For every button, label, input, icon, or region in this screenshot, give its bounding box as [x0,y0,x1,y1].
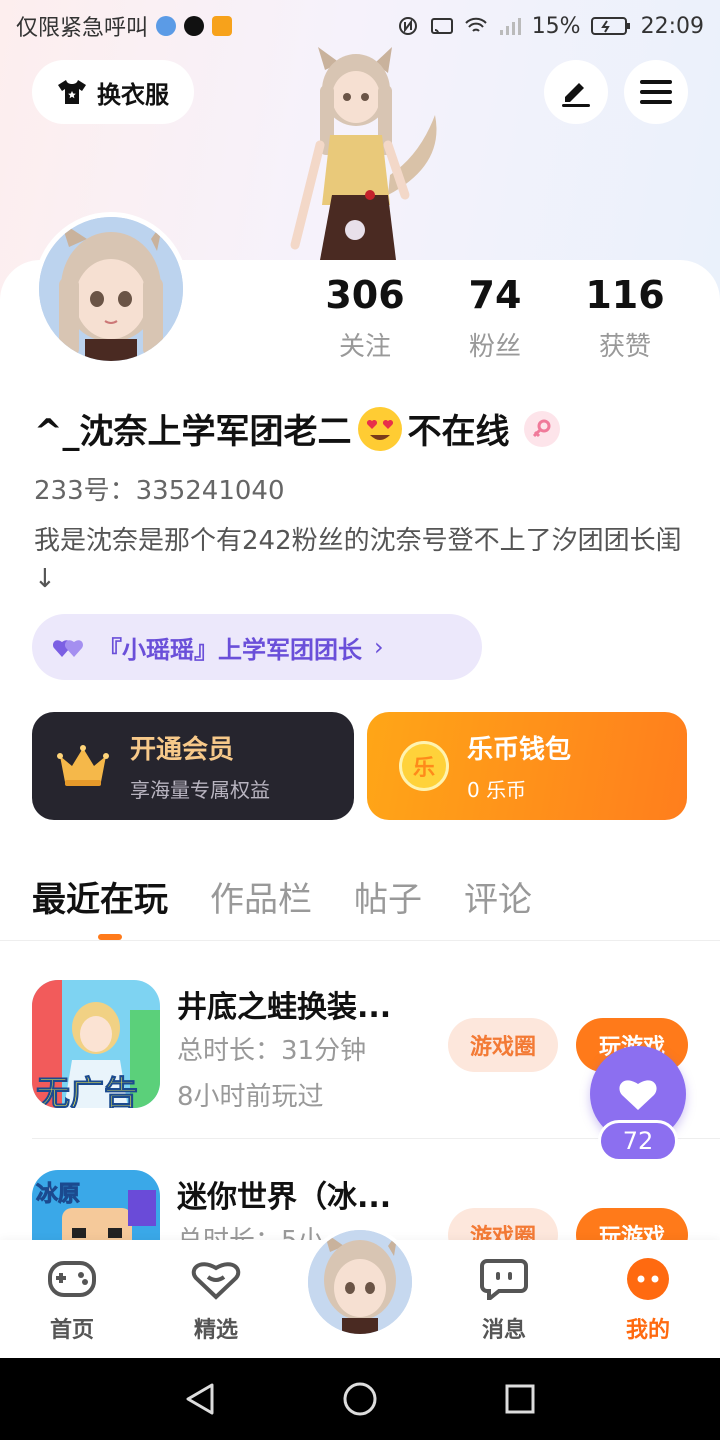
nav-profile-label: 我的 [625,1318,670,1343]
battery-percent: 15% [531,13,581,39]
followers-count: 74 [468,273,522,317]
menu-button[interactable] [624,60,688,124]
stat-followers[interactable]: 74 粉丝 [430,272,560,363]
following-count: 306 [325,273,405,317]
like-count-badge: 72 [598,1120,678,1162]
game-last-played: 8小时前玩过 [177,1082,324,1112]
wallet-title: 乐币钱包 [467,735,572,765]
avatar-portrait [39,217,183,361]
profile-tabs: 最近在玩 作品栏 帖子 评论 [32,872,532,921]
heart-icon [619,1080,657,1110]
heart-chat-icon [191,1262,241,1300]
game-circle-button[interactable]: 游戏圈 [448,1018,558,1072]
game-icon[interactable]: 冰原 [32,1170,160,1240]
coin-icon: 乐 [399,741,449,791]
wifi-icon [464,17,487,32]
gamepad-icon [48,1261,96,1297]
cast-icon [430,18,453,34]
signal-icon [499,18,521,35]
username-text-suffix: 不在线 [407,412,510,452]
heart-eyes-emoji-icon [357,406,402,451]
back-icon[interactable] [184,1382,216,1416]
carrier-text: 仅限紧急呼叫 [16,16,149,41]
game-duration: 总时长：31分钟 [177,1036,367,1066]
user-bio: 我是沈奈是那个有242粉丝的沈奈号登不上了汐团团长闺↓ [34,526,682,594]
game-duration: 总时长：5小 [177,1220,324,1240]
battery-icon [590,17,630,35]
game-icon-label: 无广告 [36,1074,139,1109]
vip-title: 开通会员 [130,735,235,765]
user-id: 233号：335241040 [34,476,285,506]
browser-app-icon [156,16,177,36]
game-title: 迷你世界（冰... [177,1180,392,1215]
nav-home[interactable]: 首页 [22,1258,122,1344]
coin-icon-glyph: 乐 [412,756,435,781]
game-icon-label: 冰原 [35,1182,81,1208]
edit-profile-button[interactable] [544,60,608,124]
stat-following[interactable]: 306 关注 [300,272,430,363]
system-navigation-bar [0,1358,720,1440]
nav-profile[interactable]: 我的 [598,1258,698,1344]
change-outfit-button[interactable]: 换衣服 [32,60,194,124]
stat-likes[interactable]: 116 获赞 [560,272,690,363]
center-avatar-button[interactable] [304,1226,416,1338]
likes-label: 获赞 [598,332,651,362]
wallet-card[interactable]: 乐 乐币钱包 0 乐币 [367,712,687,820]
vip-subtitle: 享海量专属权益 [130,778,270,802]
following-label: 关注 [338,332,391,362]
nav-messages-label: 消息 [481,1318,526,1343]
wallet-balance: 0 乐币 [467,778,527,802]
game-icon[interactable]: 无广告 [32,980,160,1108]
tabs-divider [0,940,720,941]
username-text-prefix: ^_沈奈上学军团老二 [34,412,352,452]
character-avatar-illustration [290,47,437,260]
clock: 22:09 [640,13,704,39]
user-avatar[interactable] [34,212,188,366]
game-circle-button[interactable]: 游戏圈 [448,1208,558,1240]
crown-icon [57,745,109,786]
hamburger-menu-icon [640,80,672,104]
tshirt-icon [58,80,86,104]
recent-apps-icon[interactable] [504,1383,536,1415]
tab-recently-played[interactable]: 最近在玩 [32,872,168,921]
profile-stats: 306 关注 74 粉丝 116 获赞 [300,272,690,363]
message-icon [480,1259,528,1304]
nav-messages[interactable]: 消息 [454,1258,554,1344]
avatar-portrait [308,1230,412,1334]
pen-icon [562,83,590,107]
chevron-right-icon: › [374,633,384,661]
nav-featured-label: 精选 [193,1318,238,1343]
tab-works[interactable]: 作品栏 [210,872,312,921]
group-name: 『小瑶瑶』上学军团团长 [98,635,362,664]
play-game-button[interactable]: 玩游戏 [576,1208,688,1240]
profile-icon [627,1258,669,1300]
username: ^_沈奈上学军团老二 不在线 [34,404,560,453]
nfc-icon [398,17,417,35]
home-icon[interactable] [342,1381,378,1417]
tiktok-app-icon [184,16,205,36]
likes-count: 116 [585,273,665,317]
change-outfit-label: 换衣服 [97,80,169,109]
double-heart-icon [52,640,84,657]
vip-membership-card[interactable]: 开通会员 享海量专属权益 [32,712,354,820]
tab-posts[interactable]: 帖子 [354,872,422,921]
group-badge[interactable]: 『小瑶瑶』上学军团团长 › [32,614,482,680]
tab-comments[interactable]: 评论 [464,872,532,921]
followers-label: 粉丝 [468,332,521,362]
nav-home-label: 首页 [49,1318,94,1343]
video-app-icon [212,16,233,36]
nav-featured[interactable]: 精选 [166,1258,266,1344]
female-gender-icon [523,410,560,447]
game-title: 井底之蛙换装... [177,990,392,1025]
